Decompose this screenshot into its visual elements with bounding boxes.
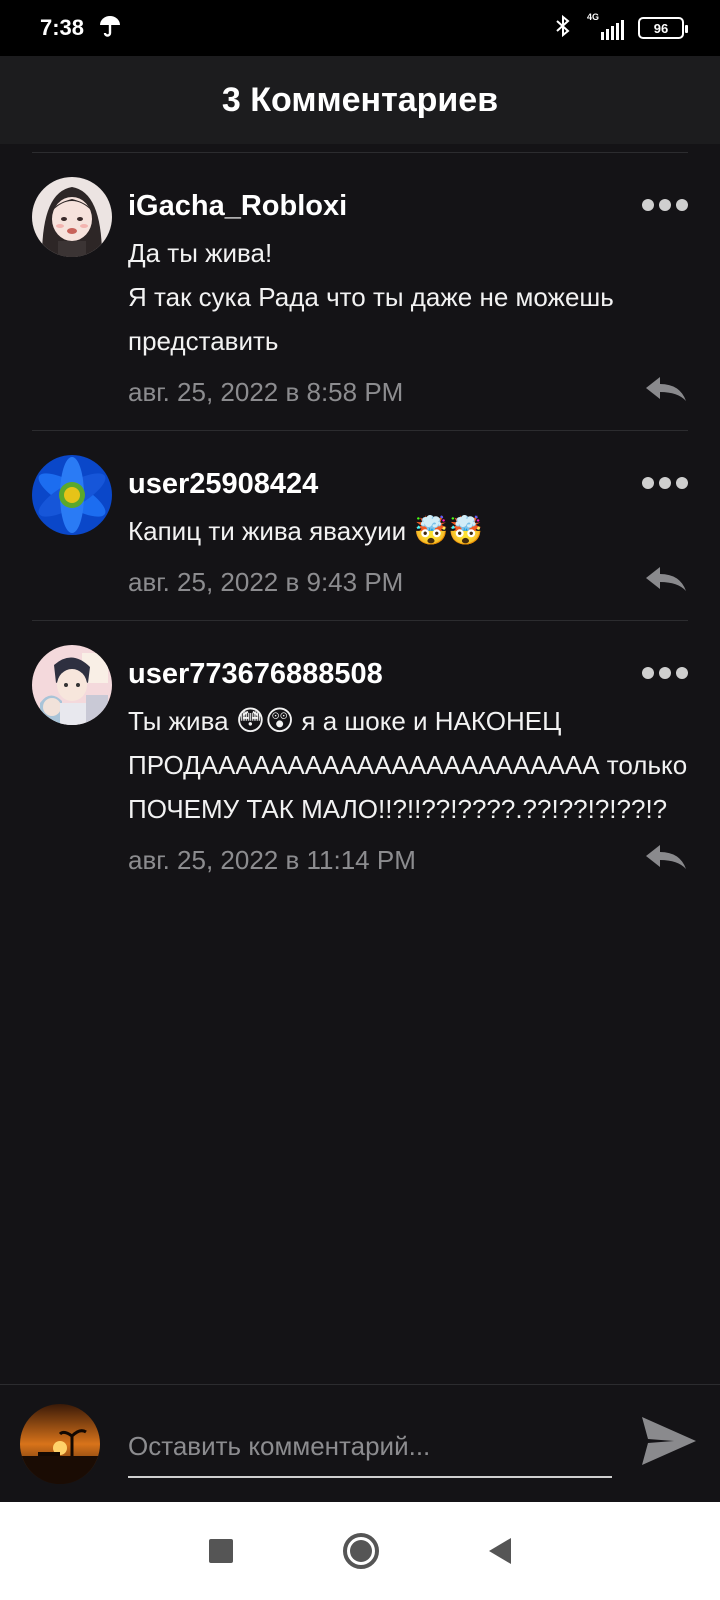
status-bar: 7:38 4G 96	[0, 0, 720, 56]
comment-username[interactable]: user25908424	[128, 467, 688, 501]
anime-girl-avatar-icon	[32, 177, 112, 257]
comment-text-content: Капиц ти жива явахуии	[128, 516, 407, 546]
comment-meta: авг. 25, 2022 в 8:58 PM	[128, 375, 688, 410]
home-icon[interactable]	[343, 1533, 379, 1569]
blue-flower-avatar-icon	[32, 455, 112, 535]
comment-text: Ты жива 😳😲 я а шоке и НАКОНЕЦ ПРОДАААААА…	[128, 699, 688, 831]
reply-icon[interactable]	[644, 843, 688, 878]
more-options-icon[interactable]	[642, 475, 688, 491]
comment-date: авг. 25, 2022 в 9:43 PM	[128, 567, 404, 597]
comment-item: iGacha_Robloxi Да ты жива! Я так сука Ра…	[32, 153, 688, 431]
comment-username[interactable]: iGacha_Robloxi	[128, 189, 688, 223]
status-right: 4G 96	[553, 12, 688, 43]
comment-username[interactable]: user773676888508	[128, 657, 688, 691]
network-type: 4G	[587, 12, 600, 22]
page-title: 3 Комментариев	[221, 80, 499, 119]
comment-composer	[0, 1384, 720, 1502]
avatar[interactable]	[32, 177, 112, 257]
more-options-icon[interactable]	[642, 665, 688, 681]
status-time: 7:38	[40, 15, 85, 40]
sunset-avatar-icon	[20, 1403, 100, 1484]
signal-icon: 4G	[587, 12, 624, 40]
umbrella-icon	[98, 14, 122, 43]
comment-input[interactable]	[128, 1417, 612, 1478]
avatar[interactable]	[32, 455, 112, 535]
comments-list: iGacha_Robloxi Да ты жива! Я так сука Ра…	[32, 152, 688, 898]
status-left: 7:38	[40, 14, 122, 43]
avatar[interactable]	[32, 645, 112, 725]
comment-date: авг. 25, 2022 в 8:58 PM	[128, 377, 404, 407]
comments-header: 3 Комментариев	[0, 56, 720, 144]
bluetooth-icon	[553, 14, 573, 43]
comment-text-start: Ты жива	[128, 706, 236, 736]
comment-meta: авг. 25, 2022 в 11:14 PM	[128, 843, 688, 878]
back-icon[interactable]	[489, 1538, 511, 1564]
comment-text: Капиц ти жива явахуии 🤯🤯	[128, 509, 688, 553]
send-icon[interactable]	[612, 1415, 698, 1472]
system-nav-bar	[0, 1502, 720, 1600]
comment-body: user25908424 Капиц ти жива явахуии 🤯🤯 ав…	[128, 455, 688, 600]
reply-icon[interactable]	[644, 375, 688, 410]
comment-meta: авг. 25, 2022 в 9:43 PM	[128, 565, 688, 600]
comment-text: Да ты жива! Я так сука Рада что ты даже …	[128, 238, 614, 356]
more-options-icon[interactable]	[642, 197, 688, 213]
comment-body: user773676888508 Ты жива 😳😲 я а шоке и Н…	[128, 645, 688, 878]
comment-item: user25908424 Капиц ти жива явахуии 🤯🤯 ав…	[32, 431, 688, 621]
reply-icon[interactable]	[644, 565, 688, 600]
comment-item: user773676888508 Ты жива 😳😲 я а шоке и Н…	[32, 621, 688, 898]
emoji: 🤯🤯	[413, 515, 484, 546]
comment-body: iGacha_Robloxi Да ты жива! Я так сука Ра…	[128, 177, 688, 410]
anime-boys-avatar-icon	[32, 645, 112, 725]
emoji: 😳😲	[235, 705, 295, 736]
recents-icon[interactable]	[209, 1539, 233, 1563]
comment-date: авг. 25, 2022 в 11:14 PM	[128, 845, 416, 875]
my-avatar	[20, 1403, 100, 1484]
battery-indicator: 96	[638, 17, 688, 39]
